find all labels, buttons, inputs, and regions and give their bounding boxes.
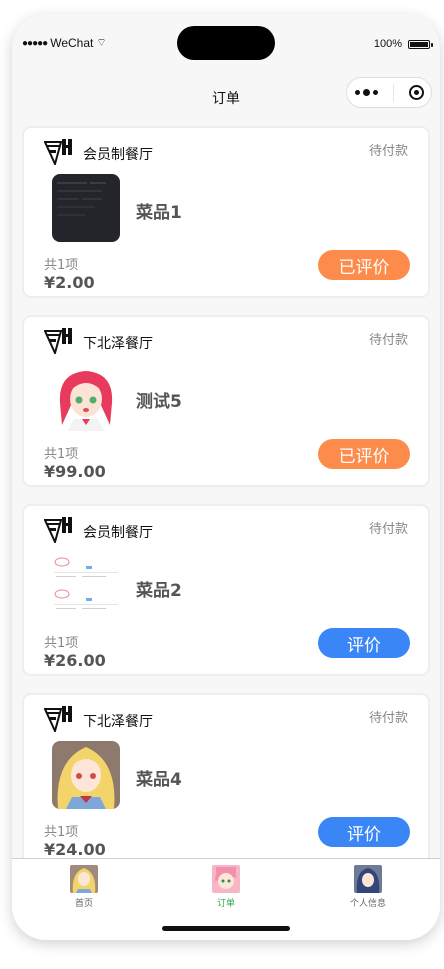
dish-name: 测试5 — [136, 392, 182, 412]
tab-profile[interactable]: 个人信息 — [328, 865, 408, 909]
tab-orders[interactable]: 订单 — [186, 865, 266, 909]
orders-tab-icon — [212, 865, 240, 893]
dish-thumbnail — [52, 741, 120, 809]
signal-icon: ●●●●● — [22, 37, 48, 49]
dish-name: 菜品1 — [136, 203, 182, 223]
dish-thumbnail — [52, 552, 120, 620]
tab-label: 个人信息 — [349, 899, 386, 909]
restaurant-logo-icon — [44, 328, 72, 354]
order-price: ¥24.00 — [44, 840, 106, 858]
restaurant-logo-icon — [44, 517, 72, 543]
review-button[interactable]: 评价 — [318, 817, 410, 847]
order-card[interactable]: 下北泽餐厅 待付款 测试5 共1项 ¥99.00 已评价 — [22, 315, 430, 487]
more-icon[interactable] — [354, 89, 378, 96]
order-status: 待付款 — [368, 333, 408, 348]
home-tab-icon — [70, 865, 98, 893]
item-count: 共1项 — [44, 636, 79, 651]
dish-name: 菜品4 — [136, 770, 182, 790]
reviewed-button[interactable]: 已评价 — [318, 250, 410, 280]
dish-thumbnail — [52, 363, 120, 431]
reviewed-button[interactable]: 已评价 — [318, 439, 410, 469]
status-bar-left: ●●●●● WeChat ⌔ — [22, 36, 107, 50]
order-status: 待付款 — [368, 144, 408, 159]
dish-thumbnail — [52, 174, 120, 242]
dynamic-island — [177, 26, 275, 60]
item-count: 共1项 — [44, 258, 79, 273]
shop-name: 会员制餐厅 — [83, 147, 153, 163]
order-card[interactable]: 会员制餐厅 待付款 菜品2 共1项 ¥26.00 评价 — [22, 504, 430, 676]
restaurant-logo-icon — [44, 139, 72, 165]
capsule-divider — [392, 83, 394, 102]
order-status: 待付款 — [368, 711, 408, 726]
shop-name: 下北泽餐厅 — [83, 714, 153, 730]
order-price: ¥99.00 — [44, 462, 106, 481]
mini-program-capsule — [346, 77, 432, 108]
order-list[interactable]: 会员制餐厅 待付款 菜品1 共1项 ¥2.00 已评价 下北泽餐厅 待付款 测试… — [12, 118, 440, 858]
status-bar-right: 100% — [373, 38, 433, 50]
restaurant-logo-icon — [44, 706, 72, 732]
dish-name: 菜品2 — [136, 581, 182, 601]
order-status: 待付款 — [368, 522, 408, 537]
carrier-name: WeChat — [50, 36, 94, 50]
battery-icon — [408, 39, 433, 49]
shop-name: 会员制餐厅 — [83, 525, 153, 541]
battery-fill — [410, 41, 428, 47]
tab-home[interactable]: 首页 — [44, 865, 124, 909]
review-button[interactable]: 评价 — [318, 628, 410, 658]
tab-label: 首页 — [74, 899, 93, 909]
item-count: 共1项 — [44, 447, 79, 462]
item-count: 共1项 — [44, 825, 79, 840]
tab-label: 订单 — [216, 899, 235, 909]
order-card[interactable]: 会员制餐厅 待付款 菜品1 共1项 ¥2.00 已评价 — [22, 126, 430, 298]
order-price: ¥2.00 — [44, 273, 95, 292]
home-indicator — [162, 926, 290, 931]
battery-percent: 100% — [373, 38, 402, 50]
shop-name: 下北泽餐厅 — [83, 336, 153, 352]
close-mini-program-icon[interactable] — [408, 85, 424, 100]
order-price: ¥26.00 — [44, 651, 106, 670]
order-card[interactable]: 下北泽餐厅 待付款 菜品4 共1项 ¥24.00 评价 — [22, 693, 430, 858]
phone-frame: ●●●●● WeChat ⌔ 100% 订单 会员制餐厅 待付款 菜品1 共1项… — [12, 14, 440, 940]
profile-tab-icon — [354, 865, 382, 893]
wifi-icon: ⌔ — [96, 37, 107, 49]
